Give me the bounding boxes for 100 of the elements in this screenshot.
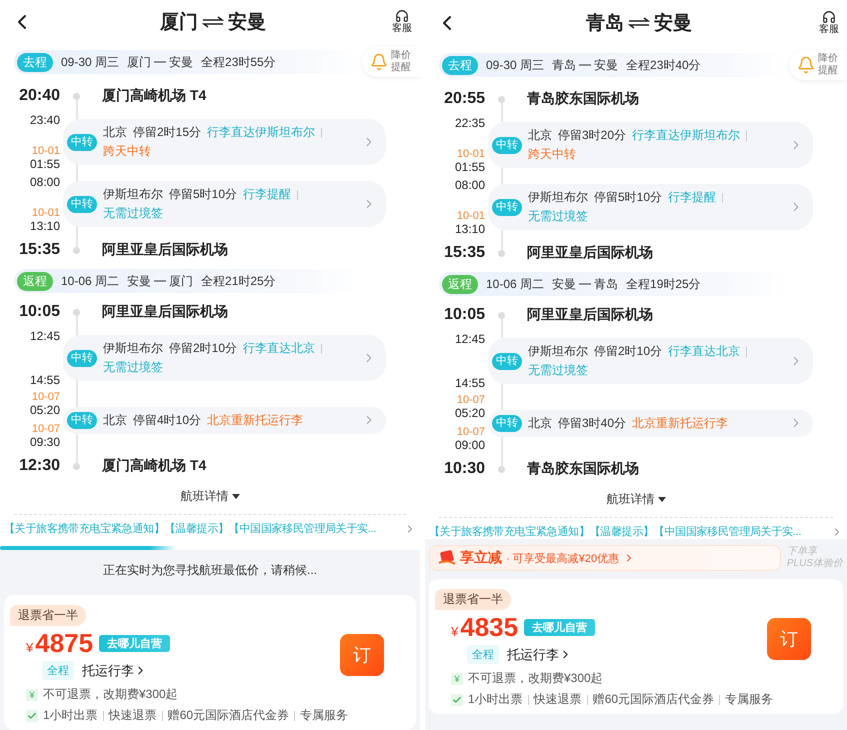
transfer-note: 行李直达伊斯坦布尔 xyxy=(207,124,316,141)
route-destination: 青岛 xyxy=(594,276,618,292)
service-item: 赠60元国际酒店代金券 xyxy=(592,691,714,708)
transfer-badge: 中转 xyxy=(67,134,97,150)
refund-policy: 不可退票，改期费¥300起 xyxy=(43,686,178,703)
baggage-link[interactable]: 托运行李 xyxy=(507,646,572,664)
plus-price-label: 下单享 PLUS体验价 xyxy=(786,546,843,570)
date-text: 10-07 xyxy=(456,394,485,406)
transfer-city: 北京 xyxy=(528,414,552,432)
bell-icon xyxy=(370,53,388,71)
baggage-link[interactable]: 托运行李 xyxy=(82,662,147,680)
transfer-badge: 中转 xyxy=(492,352,522,370)
transfer-city: 伊斯坦布尔 xyxy=(528,343,588,360)
check-icon xyxy=(26,710,38,722)
duration-text: 全程23时40分 xyxy=(626,56,701,74)
time-text: 10:05 xyxy=(18,303,60,321)
transfer-card[interactable]: 中转 伊斯坦布尔 停留2时10分 行李直达北京 无需过境签 xyxy=(488,338,813,384)
duration-text: 全程23时55分 xyxy=(201,54,276,70)
layover-text: 停留2时10分 xyxy=(169,340,238,357)
price-text: 4875 xyxy=(35,628,94,659)
date-text: 09-30 周三 xyxy=(61,54,120,70)
date-text: 10-01 xyxy=(32,207,60,219)
transfer-card[interactable]: 中转 伊斯坦布尔 停留5时10分 行李提醒 无需过境签 xyxy=(488,184,813,230)
duration-text: 全程21时25分 xyxy=(201,272,276,290)
date-text: 10-07 xyxy=(456,426,485,438)
caret-down-icon xyxy=(658,497,666,502)
transfer-note: 无需过境签 xyxy=(103,205,163,222)
transfer-card[interactable]: 中转 伊斯坦布尔 停留2时10分 行李直达北京 无需过境签 xyxy=(63,335,386,381)
flight-details-toggle[interactable]: 航班详情 xyxy=(600,490,672,509)
transfer-note: 行李提醒 xyxy=(243,186,292,203)
flight-details-toggle[interactable]: 航班详情 xyxy=(174,487,246,506)
customer-service-button[interactable]: 客服 xyxy=(392,8,412,34)
transfer-badge: 中转 xyxy=(492,198,522,216)
transfer-note: 无需过境签 xyxy=(528,362,588,379)
route-destination: 安曼 xyxy=(169,54,194,70)
date-text: 10-06 周二 xyxy=(61,272,120,290)
currency-symbol: ¥ xyxy=(26,640,34,655)
service-item: 快速退票 xyxy=(534,691,582,708)
time-text: 01:55 xyxy=(30,157,60,171)
service-item: 1小时出票 xyxy=(468,691,523,708)
transfer-card[interactable]: 中转 北京 停留3时40分 北京重新托运行李 xyxy=(488,410,813,436)
service-item: 赠60元国际酒店代金券 xyxy=(168,707,290,724)
route-origin: 安曼 xyxy=(552,276,576,292)
transfer-card[interactable]: 中转 北京 停留3时20分 行李直达伊斯坦布尔 跨天中转 xyxy=(488,122,813,168)
headset-icon xyxy=(822,10,836,24)
date-text: 09-30 周三 xyxy=(486,56,544,74)
date-text: 10-01 xyxy=(456,210,485,222)
transfer-card[interactable]: 中转 北京 停留2时15分 行李直达伊斯坦布尔 跨天中转 xyxy=(63,119,386,165)
caret-down-icon xyxy=(232,494,240,499)
leg-tag: 去程 xyxy=(17,52,53,72)
layover-text: 停留5时10分 xyxy=(594,189,662,206)
transfer-city: 伊斯坦布尔 xyxy=(103,186,163,203)
route-dash-icon xyxy=(579,282,592,286)
route-origin: 安曼 xyxy=(127,272,152,290)
transfer-city: 伊斯坦布尔 xyxy=(528,189,588,206)
transfer-note: 无需过境签 xyxy=(528,208,588,225)
leg-tag: 去程 xyxy=(442,56,478,74)
date-text: 10-01 xyxy=(456,148,485,160)
customer-service-button[interactable]: 客服 xyxy=(819,10,839,36)
transfer-note: 跨天中转 xyxy=(103,143,151,160)
airport-name: 厦门高崎机场 T4 xyxy=(102,87,206,105)
time-text: 13:10 xyxy=(30,219,60,233)
airport-name: 厦门高崎机场 T4 xyxy=(102,457,206,475)
refund-policy: 不可退票，改期费¥300起 xyxy=(468,670,603,687)
time-text: 14:55 xyxy=(30,373,60,387)
transfer-city: 北京 xyxy=(528,127,552,144)
price-alert-button[interactable]: 降价 提醒 xyxy=(362,47,420,77)
date-text: 10-01 xyxy=(32,145,60,157)
currency-symbol: ¥ xyxy=(451,624,458,639)
time-text: 10:05 xyxy=(443,306,485,324)
route-dash-icon xyxy=(154,60,166,64)
transfer-badge: 中转 xyxy=(67,350,97,366)
transfer-card[interactable]: 中转 伊斯坦布尔 停留5时10分 行李提醒 无需过境签 xyxy=(63,181,386,227)
origin-city: 厦门 xyxy=(160,10,198,34)
layover-text: 停留5时10分 xyxy=(169,186,238,203)
transfer-city: 北京 xyxy=(103,412,127,428)
coupon-icon xyxy=(438,550,456,566)
destination-city: 安曼 xyxy=(654,12,692,36)
yuan-icon: ¥ xyxy=(451,672,463,684)
time-text: 22:35 xyxy=(454,116,485,130)
transfer-note: 北京重新托运行李 xyxy=(632,414,728,432)
seller-badge: 去哪儿自营 xyxy=(524,619,596,636)
scope-tag: 全程 xyxy=(467,645,499,664)
route-dash-icon xyxy=(579,63,592,67)
service-item: 1小时出票 xyxy=(43,707,98,724)
layover-text: 停留4时10分 xyxy=(133,412,202,428)
time-text: 20:40 xyxy=(18,87,60,105)
airport-name: 青岛胶东国际机场 xyxy=(527,460,639,478)
transfer-badge: 中转 xyxy=(492,414,522,432)
time-text: 01:55 xyxy=(454,160,485,174)
date-text: 10-07 xyxy=(32,423,60,435)
price-alert-button[interactable]: 降价 提醒 xyxy=(789,50,847,80)
time-text: 08:00 xyxy=(454,178,485,192)
time-text: 23:40 xyxy=(30,113,60,127)
scope-tag: 全程 xyxy=(42,661,74,680)
destination-city: 安曼 xyxy=(228,10,266,34)
time-text: 15:35 xyxy=(18,241,60,259)
origin-city: 青岛 xyxy=(586,12,624,36)
layover-text: 停留3时20分 xyxy=(558,127,626,144)
transfer-card[interactable]: 中转 北京 停留4时10分 北京重新托运行李 xyxy=(63,406,386,434)
